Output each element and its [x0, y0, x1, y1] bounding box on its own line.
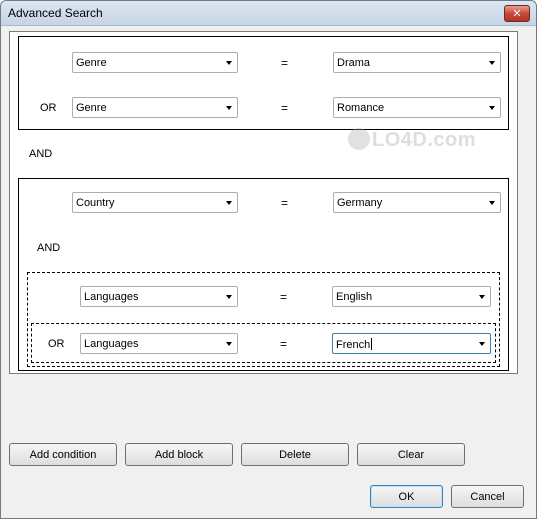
- chevron-down-icon: [489, 61, 495, 65]
- value-select-value: Drama: [337, 57, 371, 69]
- value-select-value: Germany: [337, 197, 383, 209]
- delete-button[interactable]: Delete: [241, 443, 349, 466]
- operator-label: =: [281, 101, 289, 115]
- operator-label: =: [281, 56, 289, 70]
- value-select[interactable]: Drama: [333, 52, 501, 73]
- value-select[interactable]: Germany: [333, 192, 501, 213]
- condition-block-2[interactable]: Country = Germany AND Languages = Englis…: [18, 178, 509, 371]
- dialog-client-area: Genre = Drama OR Genre = Romance AND LO4…: [2, 27, 535, 517]
- field-select[interactable]: Genre: [72, 97, 238, 118]
- chevron-down-icon: [226, 61, 232, 65]
- text-caret: [371, 338, 373, 350]
- value-select-value: English: [336, 291, 373, 303]
- watermark: LO4D.com: [372, 129, 477, 151]
- field-select[interactable]: Genre: [72, 52, 238, 73]
- or-connector-label: OR: [48, 338, 65, 350]
- clear-button[interactable]: Clear: [357, 443, 465, 466]
- or-connector-label: OR: [40, 102, 57, 114]
- chevron-down-icon: [489, 201, 495, 205]
- and-connector-label: AND: [37, 242, 61, 254]
- window-title: Advanced Search: [8, 6, 103, 20]
- chevron-down-icon: [479, 342, 485, 346]
- field-select-value: Country: [76, 197, 115, 209]
- chevron-down-icon: [479, 295, 485, 299]
- nested-condition-group[interactable]: Languages = English OR Languages = Frenc…: [27, 272, 500, 367]
- close-button[interactable]: ✕: [504, 5, 530, 22]
- field-select[interactable]: Languages: [80, 333, 238, 354]
- chevron-down-icon: [226, 342, 232, 346]
- field-select[interactable]: Languages: [80, 286, 238, 307]
- condition-block-1[interactable]: Genre = Drama OR Genre = Romance: [18, 36, 509, 130]
- value-select-value: Romance: [337, 102, 385, 114]
- chevron-down-icon: [226, 295, 232, 299]
- chevron-down-icon: [226, 201, 232, 205]
- title-bar[interactable]: Advanced Search ✕: [1, 1, 536, 26]
- cancel-button[interactable]: Cancel: [451, 485, 524, 508]
- operator-label: =: [281, 196, 289, 210]
- close-icon: ✕: [512, 8, 522, 20]
- chevron-down-icon: [226, 106, 232, 110]
- add-condition-button[interactable]: Add condition: [9, 443, 117, 466]
- operator-label: =: [280, 290, 288, 304]
- field-select-value: Languages: [84, 338, 139, 350]
- watermark-logo-icon: [348, 128, 370, 150]
- add-block-button[interactable]: Add block: [125, 443, 233, 466]
- value-select-value: French: [336, 339, 371, 351]
- chevron-down-icon: [489, 106, 495, 110]
- field-select[interactable]: Country: [72, 192, 238, 213]
- query-builder-area: Genre = Drama OR Genre = Romance AND LO4…: [9, 31, 518, 374]
- field-select-value: Genre: [76, 102, 107, 114]
- field-select-value: Genre: [76, 57, 107, 69]
- and-connector-label: AND: [29, 148, 53, 160]
- value-select[interactable]: French: [332, 333, 491, 354]
- nested-or-condition[interactable]: OR Languages = French: [31, 323, 496, 363]
- value-select[interactable]: English: [332, 286, 491, 307]
- value-select[interactable]: Romance: [333, 97, 501, 118]
- ok-button[interactable]: OK: [370, 485, 443, 508]
- field-select-value: Languages: [84, 291, 139, 303]
- operator-label: =: [280, 337, 288, 351]
- advanced-search-window: Advanced Search ✕ Genre = Drama OR Genre: [0, 0, 537, 519]
